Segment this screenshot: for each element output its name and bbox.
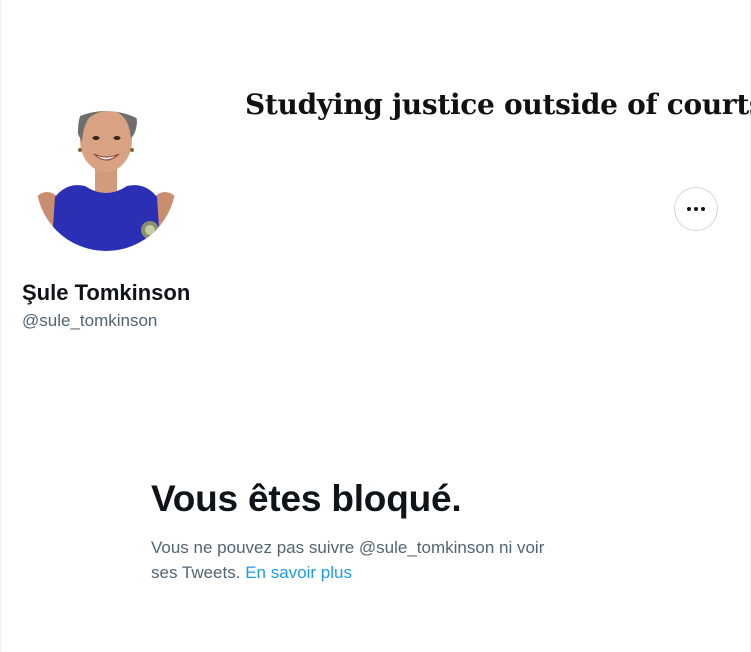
profile-handle: @sule_tomkinson — [22, 311, 158, 330]
blocked-message-line1: Vous ne pouvez pas suivre @sule_tomkinso… — [151, 538, 545, 557]
profile-display-name: Şule Tomkinson — [22, 280, 191, 305]
avatar[interactable] — [37, 82, 175, 252]
blocked-title: Vous êtes bloqué. — [151, 478, 462, 519]
blocked-message-line2: ses Tweets. — [151, 563, 241, 582]
more-horizontal-icon — [687, 207, 705, 211]
more-options-button[interactable] — [674, 187, 718, 231]
avatar-photo — [37, 111, 175, 251]
blocked-message: Vous ne pouvez pas suivre @sule_tomkinso… — [151, 535, 591, 585]
learn-more-link[interactable]: En savoir plus — [245, 563, 352, 582]
banner-text: Studying justice outside of courts — [245, 88, 751, 121]
profile-page: Studying justice outside of courts Şule … — [0, 0, 751, 652]
